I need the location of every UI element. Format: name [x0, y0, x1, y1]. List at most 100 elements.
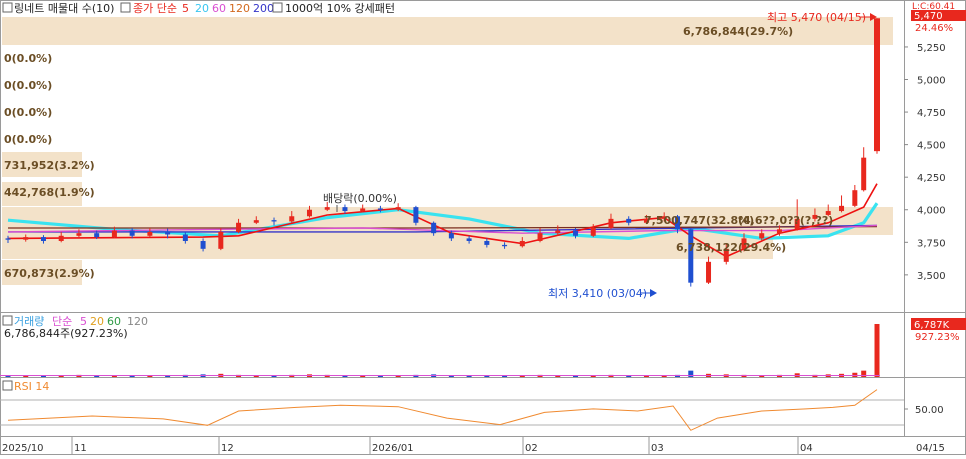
profile-label-442768: 442,768(1.9%): [4, 186, 95, 199]
volume-bar: [861, 370, 867, 377]
rsi-line: [7, 389, 878, 431]
candle-body: [40, 237, 46, 241]
volume-ma-120: 120: [127, 315, 148, 328]
price-tick-label: 5,250: [917, 43, 946, 54]
candle-body: [573, 230, 579, 236]
volume-panel: 거래량 단순 5 20 60 120 6,786,844주(927.23%) 6…: [0, 315, 966, 377]
candle-body: [377, 208, 383, 210]
chart-window: 링네트 매물대 수(10) 종가 단순 5 20 60 120 200 1000…: [0, 0, 966, 455]
candle-body: [324, 207, 330, 210]
x-axis-label: 12: [221, 443, 234, 454]
candle-body: [342, 207, 348, 212]
candle-body: [236, 222, 242, 232]
price-tick-label: 4,000: [917, 206, 946, 217]
candle-body: [5, 238, 11, 240]
x-axis-label: 04: [800, 443, 813, 454]
volume-bar: [874, 324, 880, 377]
ma-toggle-icon[interactable]: [120, 2, 131, 13]
candle-body: [306, 209, 312, 217]
candle-body: [413, 207, 419, 223]
stock-chart: 링네트 매물대 수(10) 종가 단순 5 20 60 120 200 1000…: [0, 0, 966, 455]
candle-body: [360, 208, 366, 212]
candle-body: [76, 233, 82, 236]
candle-body: [58, 235, 64, 241]
candle-body: [218, 231, 224, 249]
candle-body: [466, 238, 472, 241]
x-axis-label: 02: [525, 443, 538, 454]
rsi-label[interactable]: RSI 14: [14, 380, 49, 393]
time-axis: 2025/10 11 12 2026/01 02 03 04 04/15: [2, 436, 945, 455]
low-annotation: 최저 3,410 (03/04): [548, 287, 647, 300]
volume-toggle-icon[interactable]: [2, 315, 13, 326]
rsi-toggle-icon[interactable]: [2, 380, 13, 391]
low-arrow-head: [650, 289, 657, 297]
candle-body: [448, 233, 454, 239]
candle-body: [874, 18, 880, 152]
current-price-marker: 5,470 24.46%: [911, 10, 966, 34]
candle-body: [626, 218, 632, 223]
volume-current-pct: 927.23%: [915, 332, 960, 343]
candle-body: [590, 227, 596, 236]
high-annotation: 최고 5,470 (04/15): [767, 11, 866, 24]
price-tick-label: 4,250: [917, 173, 946, 184]
price-tick-label: 3,500: [917, 271, 946, 282]
candle-body: [706, 261, 712, 283]
profile-band-second: [2, 235, 773, 259]
candle-body: [537, 233, 543, 241]
candle-body: [147, 231, 153, 236]
profile-label-overlap: (4,6??,0??(?,??): [738, 214, 833, 227]
price-axis: 5,250 5,000 4,750 4,500 4,250 4,000 3,750 3,500: [904, 43, 946, 282]
x-axis-label: 03: [651, 443, 664, 454]
ma-period-20: 20: [195, 2, 209, 15]
x-axis-label: 11: [74, 443, 87, 454]
rsi-panel: RSI 14 50.00: [0, 380, 944, 431]
candle-body: [23, 237, 29, 240]
profile-label-empty-2: 0(0.0%): [4, 79, 52, 92]
x-axis-label: 04/15: [916, 443, 945, 454]
price-tick-label: 3,750: [917, 238, 946, 249]
ma-period-60: 60: [212, 2, 226, 15]
candle-body: [861, 157, 867, 191]
pattern-toggle-icon[interactable]: [272, 2, 283, 13]
current-price-value: 5,470: [914, 11, 943, 22]
price-tick-label: 4,500: [917, 141, 946, 152]
candle-body: [200, 241, 206, 249]
candle-body: [182, 234, 188, 241]
candle-body: [555, 230, 561, 234]
profile-label-top: 6,786,844(29.7%): [683, 25, 793, 38]
volume-value-text: 6,786,844주(927.23%): [4, 327, 128, 340]
ma-label[interactable]: 종가 단순: [133, 2, 177, 15]
pattern-label[interactable]: 1000억 10% 강세패턴: [285, 2, 395, 15]
current-price-pct: 24.46%: [915, 23, 953, 34]
volume-bar: [852, 372, 858, 377]
candle-body: [165, 231, 171, 235]
candle-body: [759, 233, 765, 239]
x-axis-label: 2025/10: [2, 443, 44, 454]
dividend-annotation: 배당락(0.00%): [323, 192, 397, 205]
volume-bars: [0, 324, 880, 377]
volume-current-value: 6,787K: [914, 320, 950, 331]
candle-body: [431, 222, 437, 234]
candle-body: [129, 230, 135, 236]
price-tick-label: 4,750: [917, 108, 946, 119]
ma-period-120: 120: [229, 2, 250, 15]
candle-body: [253, 220, 259, 223]
profile-label-731952: 731,952(3.2%): [4, 159, 95, 172]
x-axis-label: 2026/01: [372, 443, 414, 454]
profile-label-second: 6,738,122(29.4%): [676, 241, 786, 254]
menu-toggle-icon[interactable]: [2, 2, 13, 13]
candle-body: [395, 207, 401, 210]
candle-body: [271, 220, 277, 222]
candle-body: [688, 229, 694, 283]
rsi-tick-label: 50.00: [915, 405, 944, 416]
candle-body: [519, 241, 525, 247]
candle-body: [502, 244, 508, 247]
profile-label-empty-1: 0(0.0%): [4, 52, 52, 65]
ma-period-200: 200: [253, 2, 274, 15]
candle-body: [776, 229, 782, 234]
price-tick-label: 5,000: [917, 76, 946, 87]
ma-period-5: 5: [182, 2, 189, 15]
stock-label[interactable]: 링네트 매물대 수(10): [14, 2, 114, 15]
profile-label-670873: 670,873(2.9%): [4, 267, 95, 280]
profile-label-empty-3: 0(0.0%): [4, 106, 52, 119]
